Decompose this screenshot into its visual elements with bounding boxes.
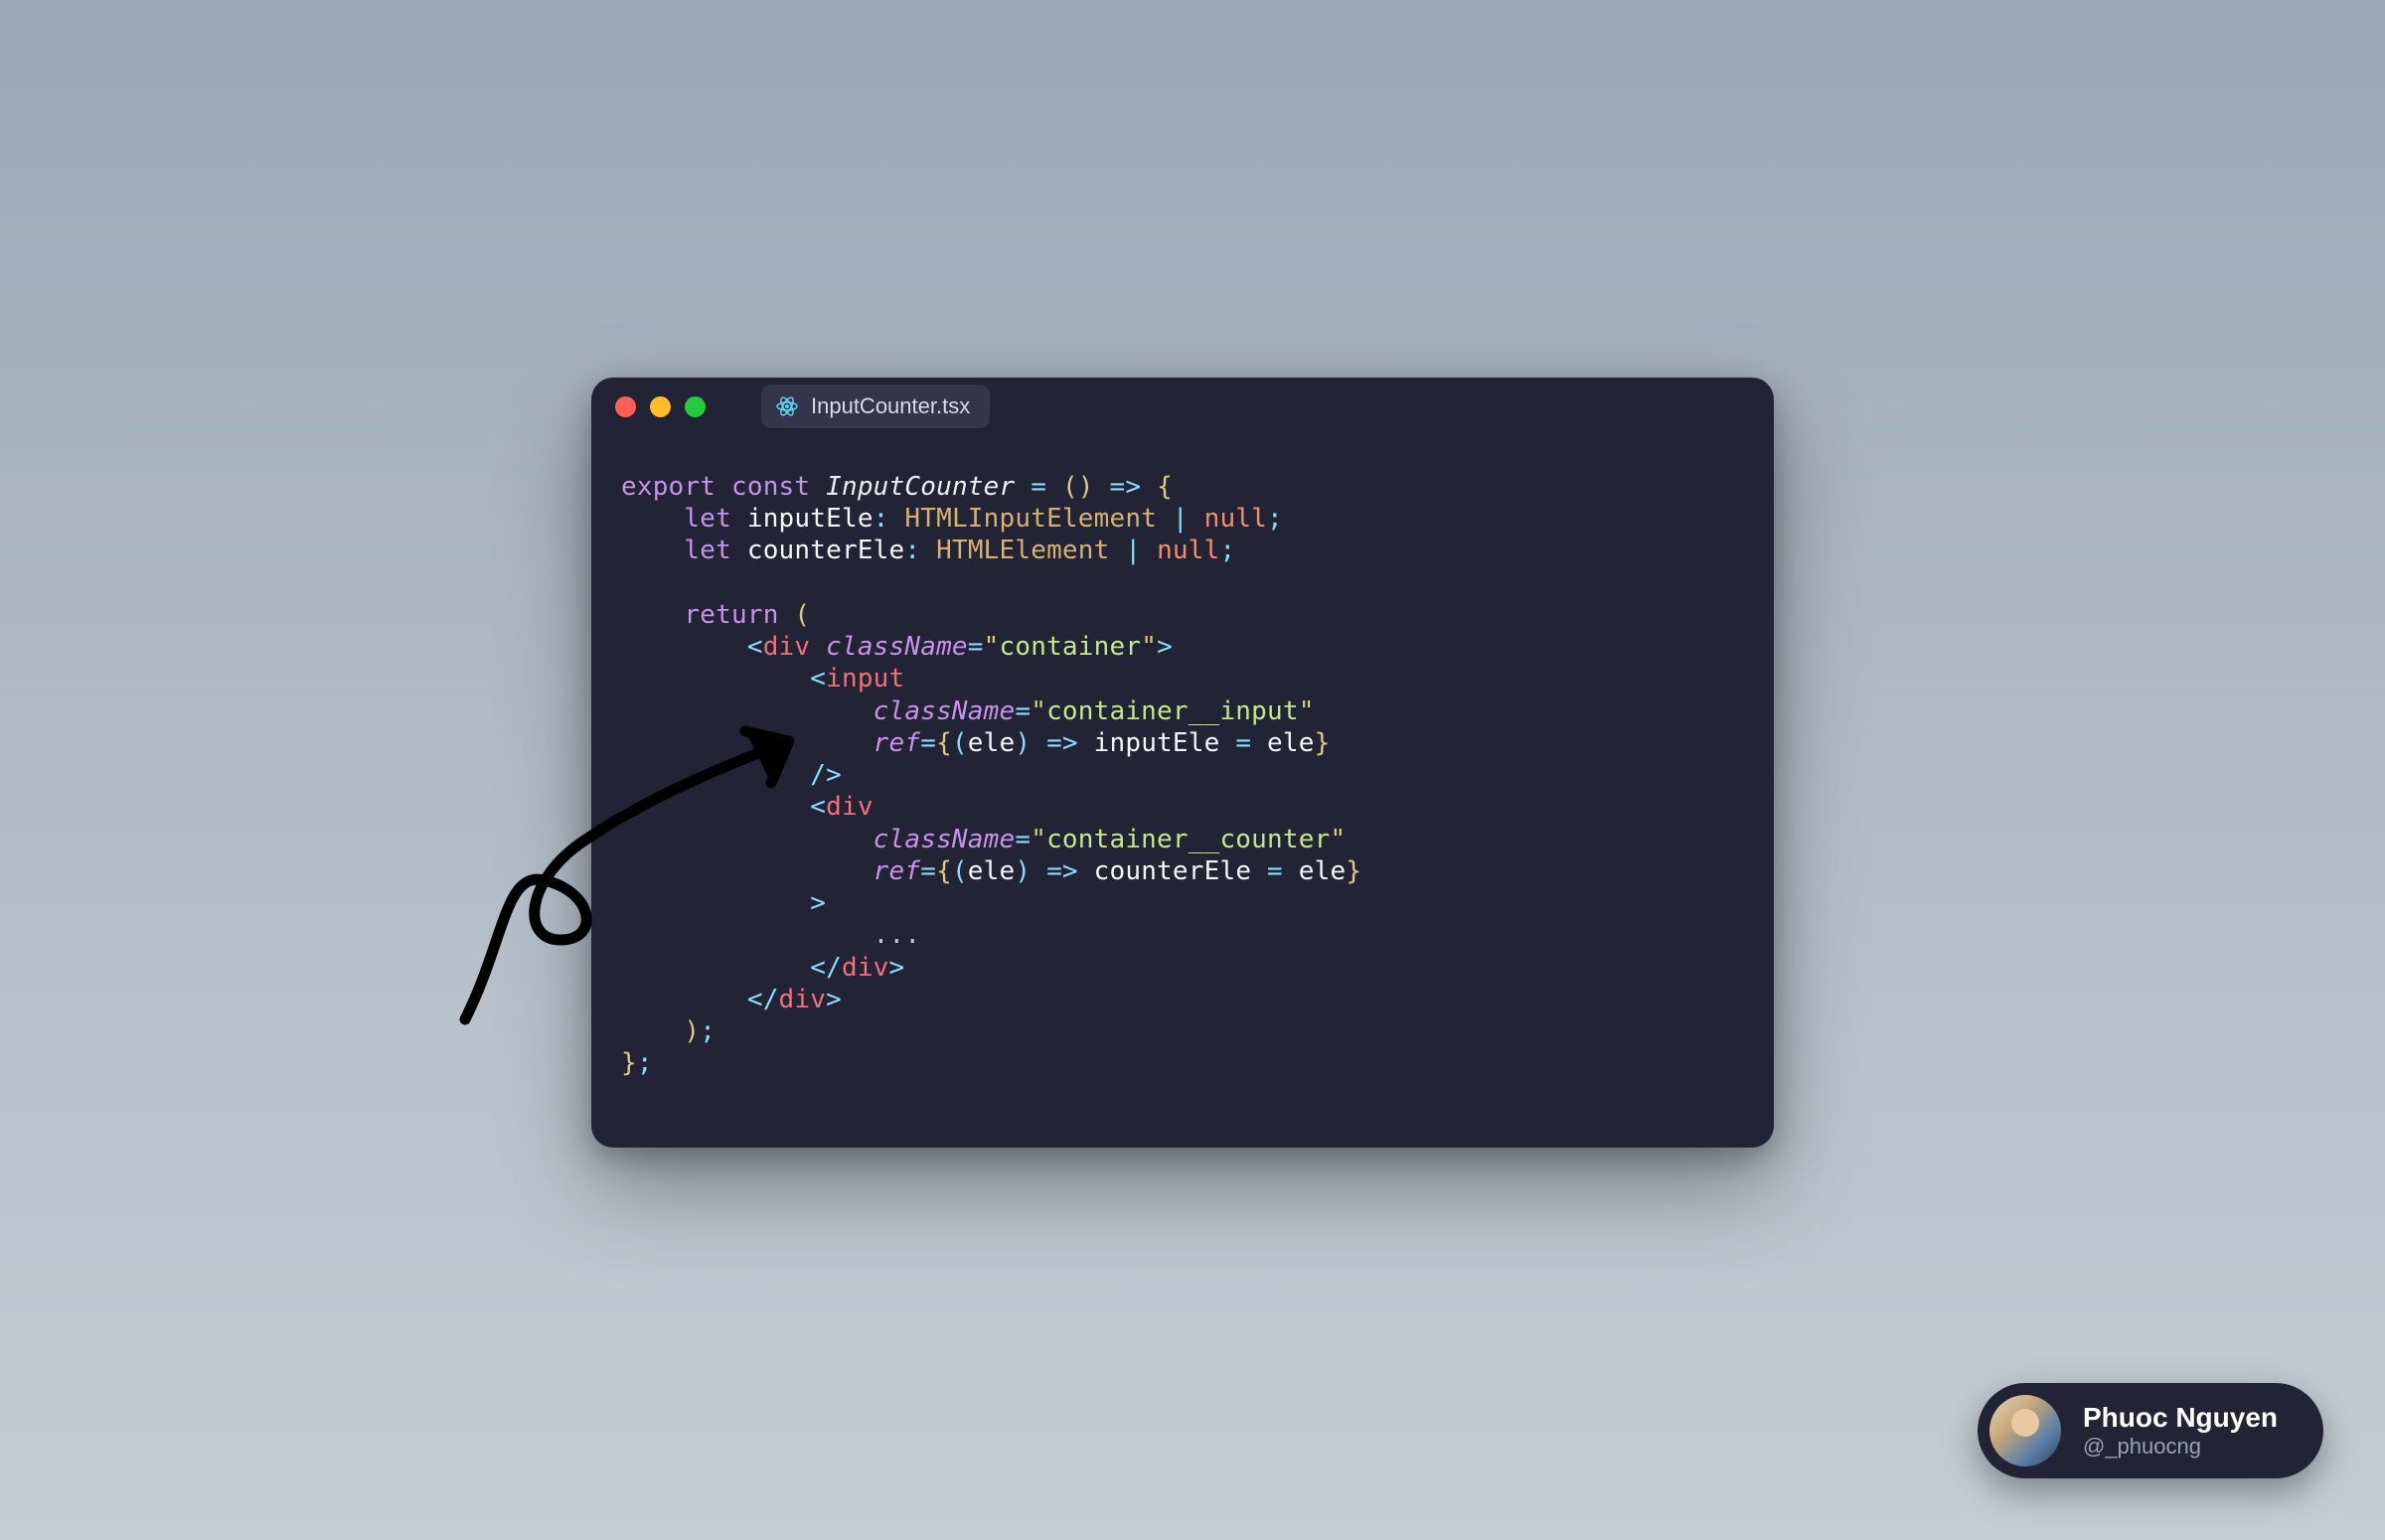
react-icon — [775, 394, 799, 418]
code-block: export const InputCounter = () => { let … — [591, 435, 1774, 1109]
minimize-icon[interactable] — [650, 396, 671, 417]
kw-export: export — [621, 472, 716, 502]
file-tab[interactable]: InputCounter.tsx — [761, 385, 990, 428]
kw-const: const — [731, 472, 810, 502]
code-window: InputCounter.tsx export const InputCount… — [591, 378, 1774, 1148]
zoom-icon[interactable] — [685, 396, 706, 417]
close-icon[interactable] — [615, 396, 636, 417]
component-name: InputCounter — [826, 472, 1015, 502]
author-name: Phuoc Nguyen — [2083, 1402, 2278, 1434]
author-badge[interactable]: Phuoc Nguyen @_phuocng — [1978, 1383, 2323, 1478]
file-tab-label: InputCounter.tsx — [811, 393, 970, 419]
author-handle: @_phuocng — [2083, 1434, 2278, 1459]
window-titlebar: InputCounter.tsx — [591, 378, 1774, 435]
canvas: InputCounter.tsx export const InputCount… — [0, 0, 2385, 1540]
author-text: Phuoc Nguyen @_phuocng — [2083, 1402, 2278, 1459]
avatar — [1989, 1395, 2061, 1466]
traffic-lights — [615, 396, 706, 417]
